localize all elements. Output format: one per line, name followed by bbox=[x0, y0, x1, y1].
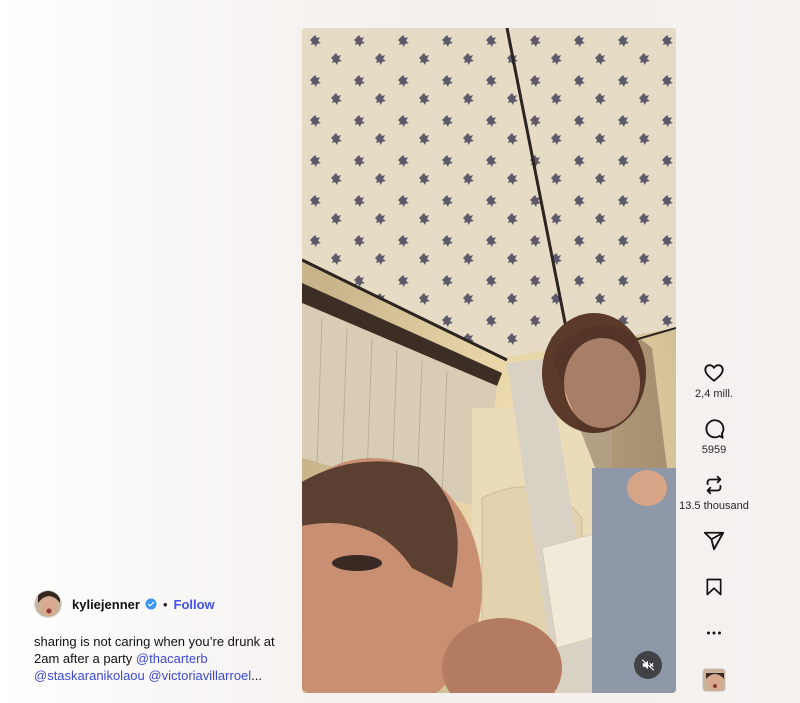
heart-icon[interactable] bbox=[703, 362, 725, 384]
mention-link[interactable]: @victoriavillarroel bbox=[148, 668, 251, 683]
speaker-muted-icon bbox=[641, 659, 655, 671]
avatar-image bbox=[35, 591, 61, 617]
audio-cover-image bbox=[703, 669, 725, 691]
repost-count[interactable]: 13.5 thousand bbox=[679, 500, 749, 512]
like-count[interactable]: 2,4 mill. bbox=[695, 388, 733, 400]
author-row: kylie​jenner • Follow bbox=[34, 590, 215, 618]
audio-thumbnail[interactable] bbox=[702, 668, 726, 692]
repost-action: 13.5 thousand bbox=[676, 474, 752, 512]
comment-action: 5959 bbox=[676, 418, 752, 456]
bookmark-icon[interactable] bbox=[704, 576, 724, 598]
caption-more[interactable]: ... bbox=[251, 668, 262, 683]
share-action bbox=[676, 530, 752, 552]
send-icon[interactable] bbox=[703, 530, 725, 552]
like-action: 2,4 mill. bbox=[676, 362, 752, 400]
mention-link[interactable]: @thacarterb bbox=[136, 651, 208, 666]
save-action bbox=[676, 576, 752, 598]
mention-link[interactable]: @staskaranikolaou bbox=[34, 668, 145, 683]
repost-icon[interactable] bbox=[703, 474, 725, 496]
avatar[interactable] bbox=[34, 590, 62, 618]
username-link[interactable]: kylie​jenner bbox=[72, 597, 140, 612]
more-icon[interactable] bbox=[703, 622, 725, 644]
reel-video[interactable] bbox=[302, 28, 676, 693]
separator-dot: • bbox=[162, 596, 168, 612]
comment-count[interactable]: 5959 bbox=[702, 444, 726, 456]
video-frame bbox=[302, 28, 676, 693]
follow-button[interactable]: Follow bbox=[174, 597, 215, 612]
post-caption: sharing is not caring when you’re drunk … bbox=[34, 633, 284, 684]
more-action bbox=[676, 622, 752, 644]
reel-page: 2,4 mill. 5959 13.5 thousand bbox=[0, 0, 800, 703]
mute-button[interactable] bbox=[634, 651, 662, 679]
verified-badge-icon bbox=[145, 598, 157, 610]
comment-icon[interactable] bbox=[703, 418, 725, 440]
